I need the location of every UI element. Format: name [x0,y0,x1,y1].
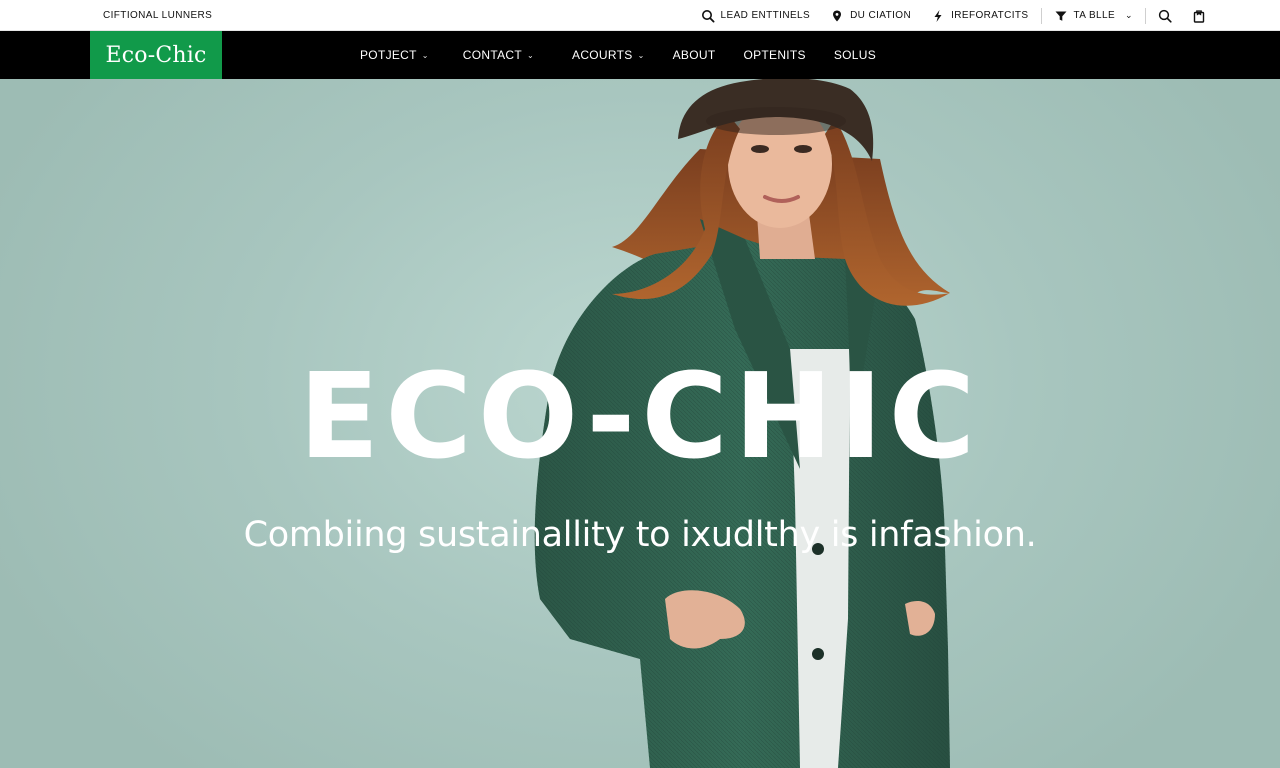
hero-banner: ECO-CHIC Combiing sustainallity to ixudl… [0,79,1280,768]
utility-link-label: TA BLLE [1073,10,1116,21]
brand-logo[interactable]: Eco-Chic [90,31,222,79]
utility-link-location[interactable]: DU CIATION [820,0,921,31]
search-button[interactable] [1148,0,1182,31]
utility-link-label: IREFORATCITS [951,10,1029,21]
nav-item-label: SOLUS [833,48,877,62]
hero-title: ECO-CHIC [298,347,982,485]
nav-item-potject[interactable]: POTJECT ⌄ [348,31,441,79]
search-icon [1158,9,1172,23]
utility-bar: CIFTIONAL LUNNERS LEAD ENTTINELS DU CIAT… [0,0,1280,31]
cart-button[interactable] [1182,0,1216,31]
nav-item-about[interactable]: ABOUT [661,31,728,79]
utility-link-lead[interactable]: LEAD ENTTINELS [691,0,821,31]
nav-item-label: CONTACT [462,48,523,62]
location-pin-icon [830,9,844,23]
hero-subtitle: Combiing sustainallity to ixudlthy is in… [243,515,1037,555]
utility-links: LEAD ENTTINELS DU CIATION IREFORATCITS T [691,0,1216,31]
shopping-bag-icon [1192,9,1206,23]
nav-item-acourts[interactable]: ACOURTS ⌄ [560,31,657,79]
utility-divider [1145,7,1146,24]
chevron-down-icon: ⌄ [637,50,645,60]
chevron-down-icon: ⌄ [421,50,429,60]
chevron-down-icon: ⌄ [527,50,535,60]
bolt-icon [931,9,945,23]
utility-link-label: LEAD ENTTINELS [720,10,811,21]
page: CIFTIONAL LUNNERS LEAD ENTTINELS DU CIAT… [0,0,1280,768]
nav-item-optenits[interactable]: OPTENITS [731,31,817,79]
main-nav: Eco-Chic POTJECT ⌄ CONTACT ⌄ ACOURTS ⌄ A… [0,31,1280,79]
utility-link-label: DU CIATION [850,10,912,21]
nav-item-solus[interactable]: SOLUS [822,31,888,79]
nav-item-label: OPTENITS [743,48,806,62]
utility-left-link[interactable]: CIFTIONAL LUNNERS [103,0,212,31]
nav-item-label: POTJECT [360,48,417,62]
nav-item-label: ACOURTS [572,48,633,62]
nav-item-contact[interactable]: CONTACT ⌄ [451,31,546,79]
utility-divider [1040,7,1042,24]
filter-icon [1054,9,1068,23]
search-icon [701,9,715,23]
nav-menu: POTJECT ⌄ CONTACT ⌄ ACOURTS ⌄ ABOUT OPTE… [348,31,888,79]
utility-link-reforatcits[interactable]: IREFORATCITS [921,0,1038,31]
chevron-down-icon: ⌄ [1125,10,1133,20]
nav-item-label: ABOUT [672,48,716,62]
utility-link-table[interactable]: TA BLLE ⌄ [1044,0,1143,31]
